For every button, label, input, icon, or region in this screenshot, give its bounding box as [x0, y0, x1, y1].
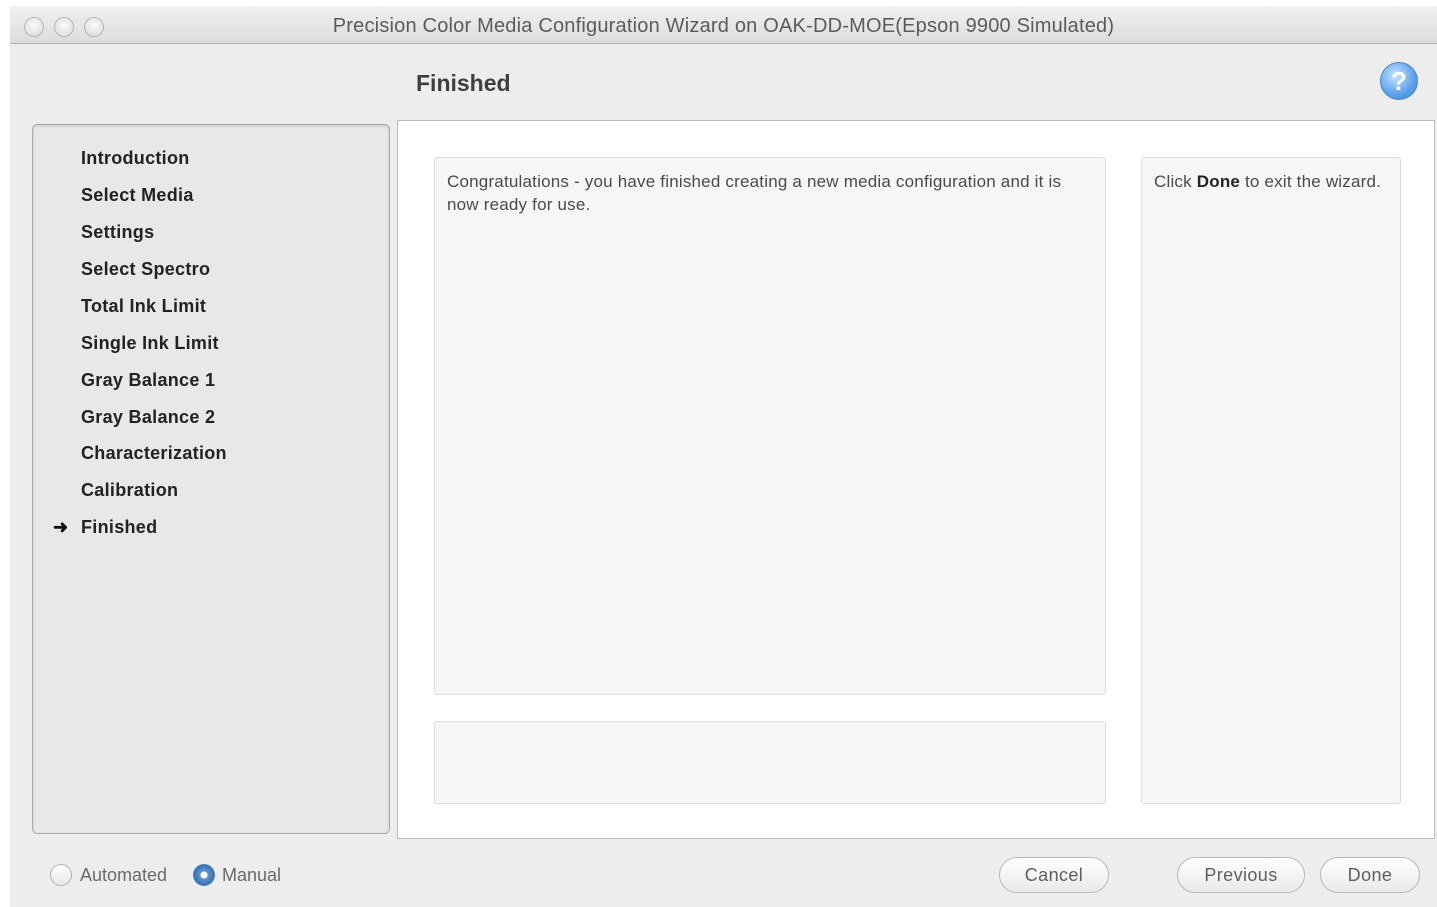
step-gray-balance-2: Gray Balance 2 — [81, 407, 216, 427]
automated-label: Automated — [80, 865, 168, 885]
finished-message: Congratulations - you have finished crea… — [447, 172, 1062, 214]
message-panel: Congratulations - you have finished crea… — [434, 157, 1106, 695]
page-title: Finished — [416, 70, 511, 96]
title-bar: Precision Color Media Configuration Wiza… — [10, 6, 1437, 44]
step-calibration: Calibration — [81, 480, 179, 500]
step-select-spectro: Select Spectro — [81, 259, 211, 279]
cancel-button[interactable]: Cancel — [999, 857, 1109, 893]
hint-text: Click Done to exit the wizard. — [1154, 172, 1382, 191]
step-single-ink-limit: Single Ink Limit — [81, 333, 219, 353]
content-area: Congratulations - you have finished crea… — [397, 120, 1435, 839]
hint-panel: Click Done to exit the wizard. — [1141, 157, 1401, 804]
manual-label: Manual — [222, 865, 282, 885]
window-title: Precision Color Media Configuration Wiza… — [332, 15, 1115, 37]
step-finished: Finished — [81, 517, 158, 537]
step-total-ink-limit: Total Ink Limit — [81, 296, 207, 316]
previous-button[interactable]: Previous — [1177, 857, 1305, 893]
current-step-arrow-icon: ➜ — [53, 517, 69, 537]
step-gray-balance-1: Gray Balance 1 — [81, 370, 216, 390]
help-icon[interactable]: ? — [1380, 62, 1418, 100]
footer-bar: Automated Manual Cancel Previous Done — [10, 842, 1437, 907]
automated-radio[interactable] — [50, 864, 72, 886]
manual-radio[interactable] — [193, 864, 215, 886]
step-characterization: Characterization — [81, 443, 227, 463]
done-button[interactable]: Done — [1320, 857, 1420, 893]
wizard-window: Precision Color Media Configuration Wiza… — [10, 6, 1437, 907]
step-select-media: Select Media — [81, 185, 194, 205]
hint-done-label: Done — [1196, 172, 1241, 191]
step-introduction: Introduction — [81, 148, 190, 168]
wizard-steps-sidebar: Introduction Select Media Settings Selec… — [32, 124, 390, 834]
status-panel — [434, 721, 1106, 804]
step-settings: Settings — [81, 222, 155, 242]
